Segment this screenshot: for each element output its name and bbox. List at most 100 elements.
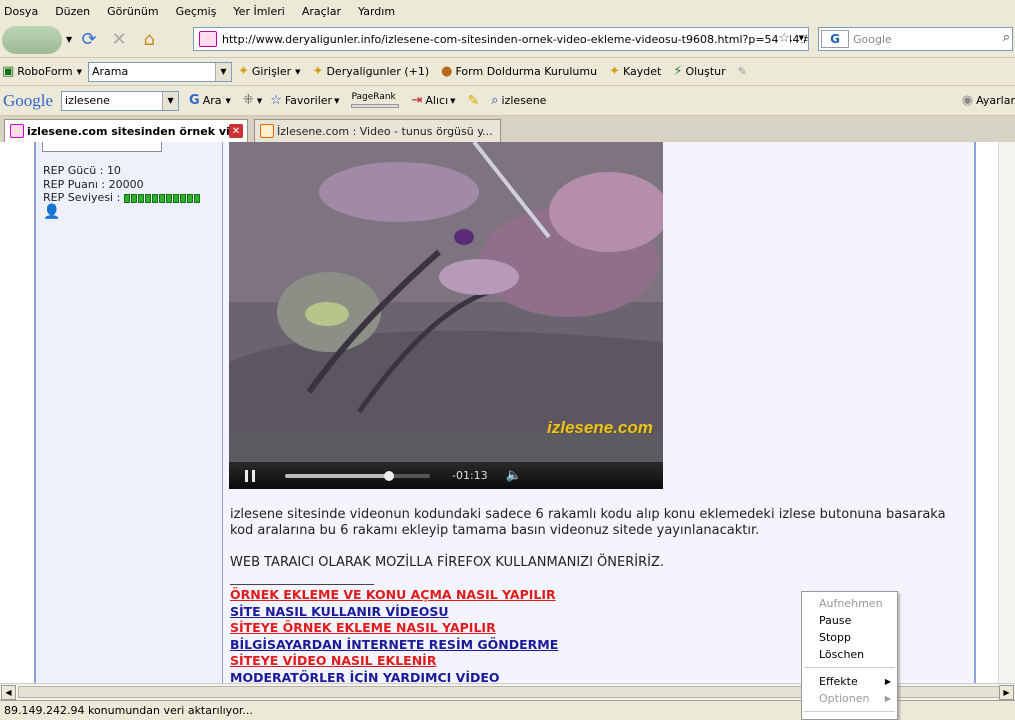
- url-text: http://www.deryaligunler.info/izlesene-c…: [222, 32, 809, 46]
- search-icon[interactable]: ⌕: [1003, 30, 1010, 45]
- chevron-down-icon: ▼: [334, 96, 340, 105]
- rep-level-bar: [123, 193, 200, 203]
- kaydet-button[interactable]: ✦ Kaydet: [609, 64, 661, 79]
- scroll-right-icon[interactable]: ▶: [999, 685, 1014, 700]
- highlight-icon[interactable]: ✎: [468, 93, 480, 109]
- scroll-left-icon[interactable]: ◀: [1, 685, 16, 700]
- menu-gecmis[interactable]: Geçmiş: [176, 5, 217, 18]
- olustur-label: Oluştur: [685, 65, 726, 78]
- rep-level-segment: [158, 193, 165, 203]
- chevron-down-icon[interactable]: ▼: [215, 62, 231, 81]
- menu-gorunum[interactable]: Görünüm: [107, 5, 158, 18]
- tab-favicon: [10, 124, 24, 138]
- menu-yer-imleri[interactable]: Yer İmleri: [233, 5, 284, 18]
- menu-yardim[interactable]: Yardım: [358, 5, 395, 18]
- menu-optionen[interactable]: Optionen ▶: [802, 690, 897, 707]
- profile-box: [42, 142, 162, 152]
- menu-dosya[interactable]: Dosya: [4, 5, 38, 18]
- seek-slider[interactable]: [285, 470, 430, 481]
- back-button[interactable]: [2, 25, 62, 54]
- menu-araclar[interactable]: Araçlar: [302, 5, 341, 18]
- menu-loeschen[interactable]: Löschen: [802, 646, 897, 663]
- video-player[interactable]: izlesene.com -01:13 🔈: [229, 142, 663, 489]
- izlesene-search-button[interactable]: ⌕ izlesene: [491, 93, 546, 108]
- pagerank-label: PageRank: [351, 92, 396, 102]
- seek-handle[interactable]: [384, 470, 395, 481]
- menu-separator: [804, 667, 895, 668]
- tab-title: izlesene.com sitesinden örnek vi...: [27, 124, 243, 138]
- menu-effekte[interactable]: Effekte ▶: [802, 673, 897, 690]
- tab-strip: izlesene.com sitesinden örnek vi... ✕ İz…: [0, 116, 1015, 142]
- rep-level-segment: [165, 193, 172, 203]
- tab-izlesene-ornek[interactable]: izlesene.com sitesinden örnek vi... ✕: [4, 119, 248, 142]
- favoriler-label: Favoriler: [284, 94, 333, 107]
- extras-button[interactable]: ⁜ ▼: [243, 93, 262, 108]
- vertical-scrollbar[interactable]: [998, 142, 1015, 683]
- logins-icon: ✦: [238, 64, 249, 79]
- menu-stopp[interactable]: Stopp: [802, 629, 897, 646]
- right-margin: [976, 142, 998, 683]
- deryaligunler-label: Deryaligunler (+1): [326, 65, 430, 78]
- url-bar[interactable]: http://www.deryaligunler.info/izlesene-c…: [193, 27, 809, 51]
- bookmark-star-icon[interactable]: ☆: [778, 31, 790, 46]
- roboform-search-input[interactable]: Arama ▼: [88, 61, 232, 82]
- recording-context-menu: Aufnehmen Pause Stopp Löschen Effekte ▶ O…: [801, 591, 898, 720]
- menu-separator: [804, 711, 895, 712]
- menu-aufnehmen[interactable]: Aufnehmen: [802, 595, 897, 612]
- video-watermark: izlesene.com: [547, 418, 653, 437]
- google-ara-button[interactable]: G Ara ▼: [189, 93, 231, 108]
- chevron-down-icon[interactable]: ▼: [162, 91, 179, 110]
- home-icon[interactable]: ⌂: [136, 27, 162, 53]
- star-icon: ☆: [270, 93, 282, 108]
- rep-level-segment: [144, 193, 151, 203]
- google-toolbar: Google izlesene ▼ G Ara ▼ ⁜ ▼ ☆ Favoriler ▼ P…: [0, 86, 1015, 116]
- tab-title: İzlesene.com : Video - tunus örgüsü y...: [277, 124, 493, 138]
- ayarlar-label: Ayarlar: [976, 94, 1015, 107]
- girisler-label: Girişler: [251, 65, 292, 78]
- rep-level-segment: [123, 193, 130, 203]
- submenu-arrow-icon: ▶: [884, 694, 891, 703]
- favoriler-button[interactable]: ☆ Favoriler ▼: [270, 93, 339, 108]
- rep-level-segment: [179, 193, 186, 203]
- menu-duzen[interactable]: Düzen: [55, 5, 90, 18]
- url-dropdown-icon[interactable]: ▼: [798, 34, 804, 42]
- chevron-down-icon: ▼: [295, 67, 301, 76]
- form-fill-setup-button[interactable]: ● Form Doldurma Kurulumu: [441, 64, 597, 79]
- girisler-button[interactable]: ✦ Girişler ▼: [238, 64, 301, 79]
- post-paragraph: izlesene sitesinde videonun kodundaki sa…: [230, 507, 946, 538]
- close-tab-icon[interactable]: ✕: [229, 124, 243, 138]
- pen-icon[interactable]: ✎: [738, 65, 747, 78]
- roboform-button[interactable]: ▣ RoboForm ▼: [2, 64, 82, 79]
- send-icon: ⇥: [411, 93, 423, 108]
- form-fill-label: Form Doldurma Kurulumu: [455, 65, 598, 78]
- tab-izlesene-video[interactable]: İzlesene.com : Video - tunus örgüsü y...: [254, 119, 501, 142]
- passcard-icon: ✦: [312, 64, 324, 79]
- reload-icon[interactable]: ⟳: [76, 27, 102, 53]
- rep-info: REP Gücü : 10 REP Puanı : 20000 REP Sevi…: [43, 164, 200, 205]
- pagerank-indicator[interactable]: PageRank: [351, 92, 400, 108]
- olustur-button[interactable]: ⚡ Oluştur: [673, 64, 725, 79]
- ayarlar-button[interactable]: ◉ Ayarlar: [962, 93, 1015, 108]
- google-search-input[interactable]: izlesene ▼: [61, 90, 180, 111]
- stop-icon[interactable]: ✕: [106, 27, 132, 53]
- alici-button[interactable]: ⇥ Alıcı ▼: [411, 93, 455, 108]
- seek-fill: [285, 473, 390, 478]
- menu-pause[interactable]: Pause: [802, 612, 897, 629]
- video-frame: [229, 142, 663, 462]
- user-status-icon: 👤: [43, 204, 61, 220]
- google-logo[interactable]: Google: [3, 91, 53, 111]
- rep-level-segment: [130, 193, 137, 203]
- deryaligunler-button[interactable]: ✦ Deryaligunler (+1): [313, 64, 430, 79]
- pause-icon[interactable]: [245, 469, 255, 482]
- save-icon: ✦: [609, 64, 620, 79]
- search-engine-icon[interactable]: G: [821, 30, 849, 48]
- video-controls: -01:13 🔈: [229, 462, 663, 489]
- izlesene-label: izlesene: [501, 94, 547, 107]
- roboform-label: RoboForm: [17, 65, 73, 78]
- search-field[interactable]: G Google ⌕: [818, 27, 1013, 51]
- rep-level-segment: [151, 193, 158, 203]
- kaydet-label: Kaydet: [622, 65, 662, 78]
- tab-favicon: [260, 124, 274, 138]
- volume-icon[interactable]: 🔈: [506, 468, 522, 483]
- history-dropdown-button[interactable]: ▼: [66, 35, 72, 44]
